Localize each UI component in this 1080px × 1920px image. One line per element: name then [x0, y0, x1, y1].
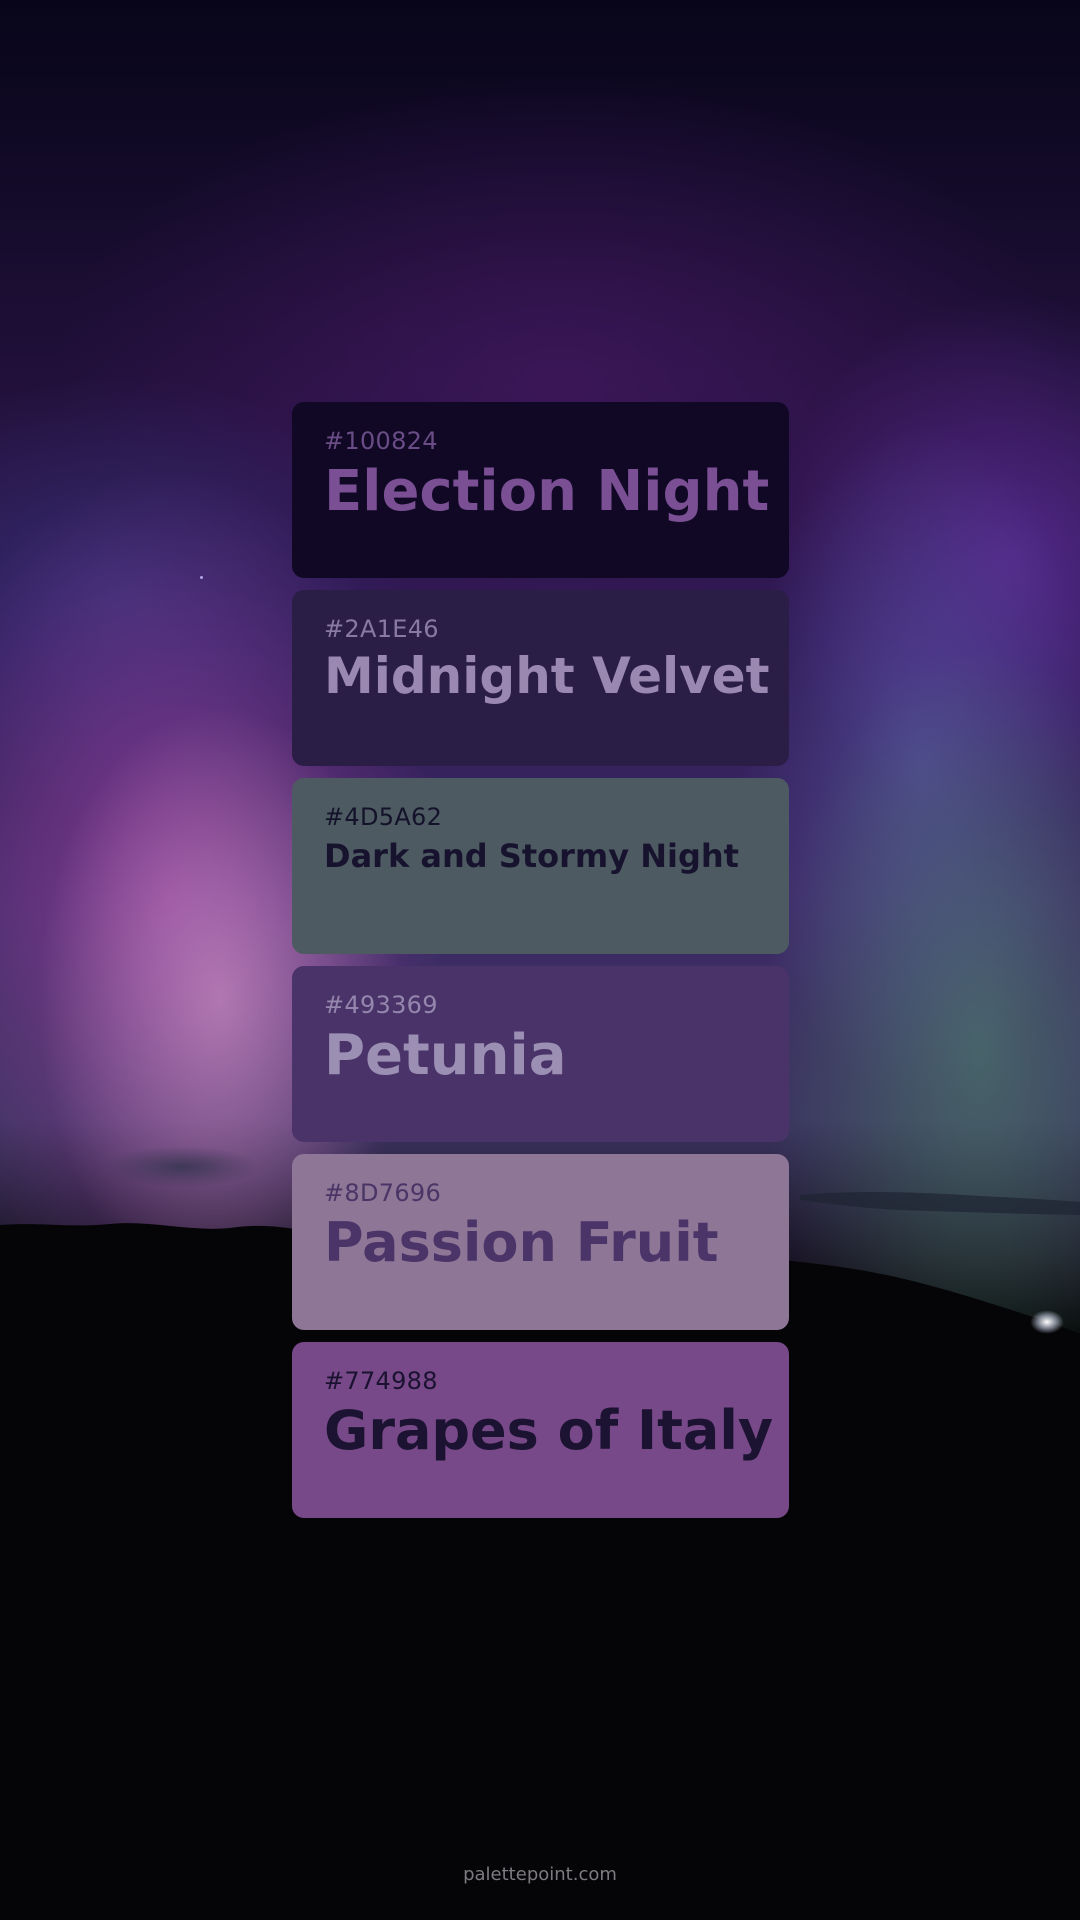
swatch-card[interactable]: #493369 Petunia [292, 966, 789, 1142]
site-link[interactable]: palettepoint.com [0, 1864, 1080, 1885]
swatch-name: Passion Fruit [324, 1211, 719, 1274]
swatch-card[interactable]: #2A1E46 Midnight Velvet [292, 590, 789, 766]
swatch-name: Petunia [324, 1023, 567, 1088]
swatch-card[interactable]: #774988 Grapes of Italy [292, 1342, 789, 1518]
palette-page: #100824 Election Night #2A1E46 Midnight … [0, 0, 1080, 1920]
swatch-hex: #2A1E46 [324, 615, 439, 643]
swatch-card[interactable]: #4D5A62 Dark and Stormy Night [292, 778, 789, 954]
swatch-name: Grapes of Italy [324, 1399, 774, 1462]
swatch-name: Election Night [324, 459, 770, 524]
swatch-hex: #774988 [324, 1367, 438, 1395]
swatch-card[interactable]: #8D7696 Passion Fruit [292, 1154, 789, 1330]
swatch-hex: #100824 [324, 427, 438, 455]
distant-light [1030, 1310, 1064, 1334]
swatch-name: Midnight Velvet [324, 647, 770, 705]
swatch-hex: #493369 [324, 991, 438, 1019]
swatch-hex: #8D7696 [324, 1179, 442, 1207]
swatch-hex: #4D5A62 [324, 803, 443, 831]
swatch-card[interactable]: #100824 Election Night [292, 402, 789, 578]
swatch-list: #100824 Election Night #2A1E46 Midnight … [292, 402, 789, 1530]
swatch-name: Dark and Stormy Night [324, 837, 739, 875]
